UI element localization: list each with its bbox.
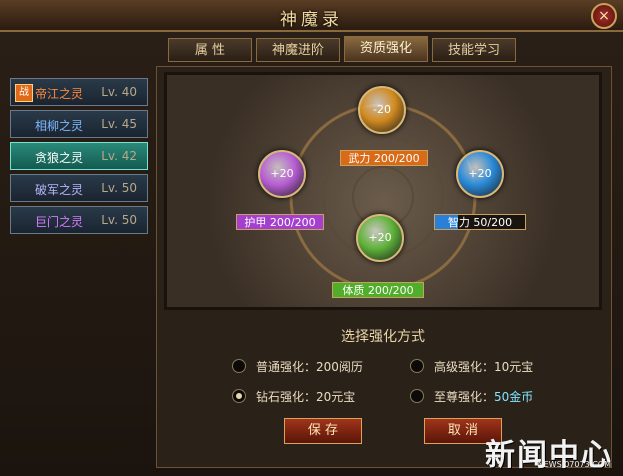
options-title: 选择强化方式 <box>341 329 425 345</box>
tizhi-orb[interactable]: +20 <box>356 214 404 262</box>
title-bar: 神魔录 × <box>0 0 623 32</box>
sidebar-item-3[interactable]: 贪狼之灵 Lv. 42 <box>10 142 148 170</box>
sidebar-item-level: Lv. 50 <box>101 181 137 195</box>
shenmolu-window: 神魔录 × 属 性 神魔进阶 资质强化 技能学习 战帝江之灵 Lv. 40 相柳之灵… <box>0 0 623 476</box>
orb-value: +20 <box>270 167 294 180</box>
tab-skills[interactable]: 技能学习 <box>432 38 516 62</box>
enhance-option-cost: 50金币 <box>494 390 534 404</box>
sidebar-item-name: 相柳之灵 <box>35 119 84 133</box>
enhance-option-radio[interactable] <box>410 389 424 403</box>
enhance-option[interactable]: 普通强化：200阅历 <box>256 358 363 375</box>
enhance-option-label: 高级强化： <box>434 360 495 374</box>
save-button[interactable]: 保 存 <box>284 418 362 444</box>
close-icon: × <box>598 8 610 24</box>
orb-value: +20 <box>468 167 492 180</box>
zhili-stat-label: 智力 50/200 <box>447 216 513 229</box>
sidebar-item-name: 巨门之灵 <box>35 215 84 229</box>
enhance-option[interactable]: 钻石强化：20元宝 <box>256 388 355 405</box>
tab-advance[interactable]: 神魔进阶 <box>256 38 340 62</box>
enhance-option-cost: 20元宝 <box>316 390 356 404</box>
close-button[interactable]: × <box>591 3 617 29</box>
zhili-orb[interactable]: +20 <box>456 150 504 198</box>
tizhi-stat-label: 体质 200/200 <box>342 284 414 297</box>
sidebar-item-level: Lv. 42 <box>101 149 137 163</box>
wuli-stat-bar: 武力 200/200 <box>340 150 428 166</box>
hujia-orb[interactable]: +20 <box>258 150 306 198</box>
sidebar-item-level: Lv. 50 <box>101 213 137 227</box>
enhance-option-label: 至尊强化： <box>434 390 495 404</box>
enhance-option-cost: 200阅历 <box>316 360 363 374</box>
battle-badge: 战 <box>15 84 33 102</box>
hujia-stat-bar: 护甲 200/200 <box>236 214 324 230</box>
enhance-option-label: 钻石强化： <box>256 390 317 404</box>
sidebar-item-4[interactable]: 破军之灵 Lv. 50 <box>10 174 148 202</box>
enhance-option-radio[interactable] <box>410 359 424 373</box>
sidebar-item-name: 帝江之灵 <box>35 87 84 101</box>
sidebar-item-level: Lv. 45 <box>101 117 137 131</box>
wuli-stat-label: 武力 200/200 <box>348 152 420 165</box>
enhance-option-radio[interactable] <box>232 389 246 403</box>
sidebar-item-name: 贪狼之灵 <box>35 151 84 165</box>
enhance-option[interactable]: 至尊强化：50金币 <box>434 388 533 405</box>
wuli-orb[interactable]: -20 <box>358 86 406 134</box>
tab-attributes[interactable]: 属 性 <box>168 38 252 62</box>
window-title: 神魔录 <box>280 10 343 30</box>
orb-value: -20 <box>373 103 391 116</box>
sidebar-item-name: 破军之灵 <box>35 183 84 197</box>
watermark-sub: NEWS.07073.COM <box>537 460 611 469</box>
orb-value: +20 <box>368 231 392 244</box>
enhance-option-cost: 10元宝 <box>494 360 534 374</box>
sidebar-item-level: Lv. 40 <box>101 85 137 99</box>
enhance-option[interactable]: 高级强化：10元宝 <box>434 358 533 375</box>
sidebar-item-1[interactable]: 战帝江之灵 Lv. 40 <box>10 78 148 106</box>
tab-enhance[interactable]: 资质强化 <box>344 36 428 62</box>
enhance-option-label: 普通强化： <box>256 360 317 374</box>
zhili-stat-bar: 智力 50/200 <box>434 214 526 230</box>
sidebar-item-5[interactable]: 巨门之灵 Lv. 50 <box>10 206 148 234</box>
tizhi-stat-bar: 体质 200/200 <box>332 282 424 298</box>
hujia-stat-label: 护甲 200/200 <box>244 216 316 229</box>
sidebar-item-2[interactable]: 相柳之灵 Lv. 45 <box>10 110 148 138</box>
enhance-option-radio[interactable] <box>232 359 246 373</box>
